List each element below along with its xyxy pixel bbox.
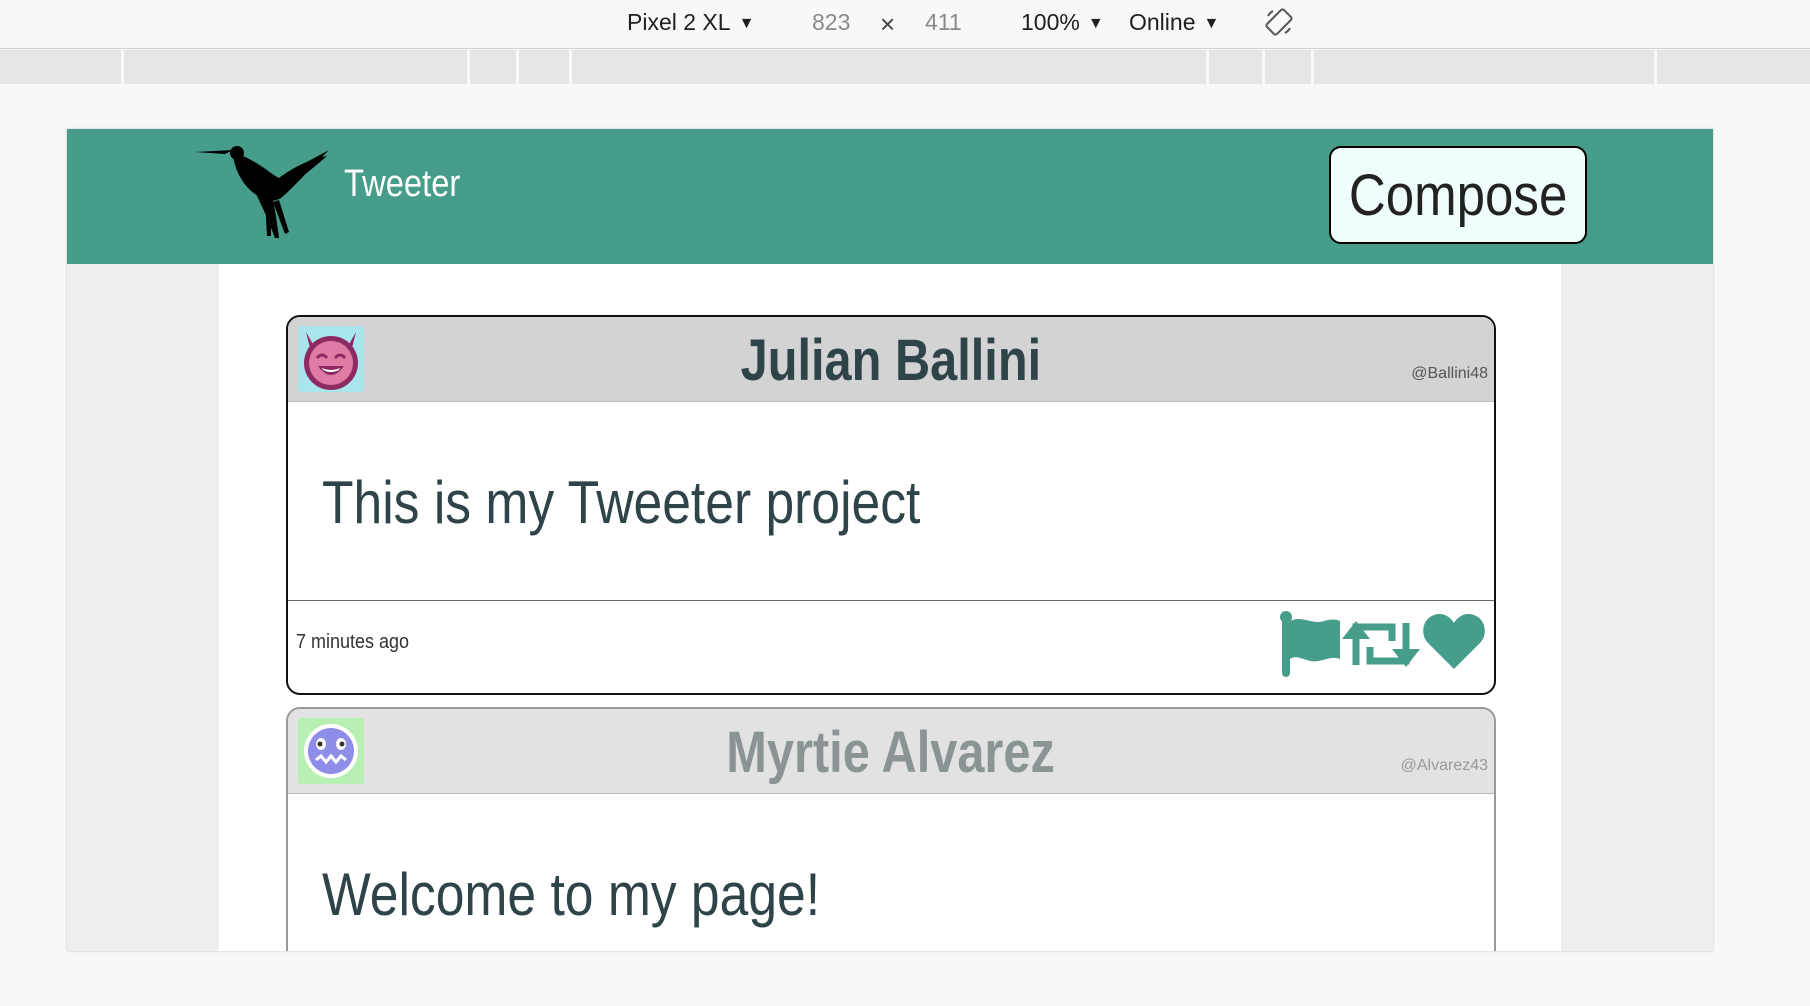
media-query-divider	[467, 50, 470, 84]
flag-icon[interactable]	[1280, 611, 1340, 677]
chevron-down-icon: ▼	[1203, 15, 1220, 32]
network-throttle-select[interactable]: Online ▼	[1129, 8, 1219, 38]
tweet-footer: 7 minutes ago	[288, 601, 1494, 691]
compose-label: Compose	[1348, 162, 1568, 228]
media-query-divider	[1262, 50, 1265, 84]
device-viewport: Tweeter Compose Julian Ballini @Ballini4…	[67, 129, 1713, 951]
tweet-timestamp: 7 minutes ago	[296, 631, 410, 653]
media-query-divider	[569, 50, 572, 84]
tweet-actions	[1280, 611, 1486, 677]
tweet-author-handle: @Alvarez43	[1400, 757, 1488, 774]
media-query-divider	[1654, 50, 1657, 84]
tweet-card: Julian Ballini @Ballini48 This is my Twe…	[286, 315, 1496, 695]
tweet-author-name: Julian Ballini	[288, 327, 1494, 395]
author-name-text: Myrtie Alvarez	[726, 720, 1056, 785]
tweet-text: Welcome to my page!	[322, 861, 821, 928]
tweet-author-name: Myrtie Alvarez	[288, 719, 1494, 787]
chevron-down-icon: ▼	[1087, 15, 1104, 32]
chevron-down-icon: ▼	[738, 15, 755, 32]
tweet-card: Myrtie Alvarez @Alvarez43 Welcome to my …	[286, 707, 1496, 951]
media-query-divider	[516, 50, 519, 84]
retweet-icon[interactable]	[1342, 611, 1420, 677]
tweet-author-handle: @Ballini48	[1411, 365, 1488, 382]
author-name-text: Julian Ballini	[740, 328, 1042, 393]
zoom-label: 100%	[1021, 9, 1080, 35]
heart-icon[interactable]	[1422, 611, 1486, 671]
media-query-divider	[1206, 50, 1209, 84]
zoom-select[interactable]: 100% ▼	[1021, 8, 1104, 38]
width-input[interactable]: 823	[812, 8, 850, 36]
media-query-divider	[121, 50, 124, 84]
tweet-header: Julian Ballini @Ballini48	[288, 317, 1494, 402]
height-input[interactable]: 411	[925, 8, 962, 36]
device-select[interactable]: Pixel 2 XL ▼	[627, 8, 754, 38]
media-query-bar[interactable]	[0, 50, 1810, 84]
devtools-device-toolbar: Pixel 2 XL ▼ 823 × 411 100% ▼ Online ▼	[0, 0, 1810, 49]
network-label: Online	[1129, 9, 1196, 35]
tweet-text: This is my Tweeter project	[322, 469, 921, 536]
media-query-divider	[1311, 50, 1314, 84]
device-label: Pixel 2 XL	[627, 9, 731, 35]
dimension-separator: ×	[880, 9, 896, 39]
rotate-icon[interactable]	[1264, 7, 1294, 37]
tweet-header: Myrtie Alvarez @Alvarez43	[288, 709, 1494, 794]
tweet-body: Welcome to my page!	[288, 794, 1494, 951]
top-nav: Tweeter Compose	[67, 129, 1713, 264]
hummingbird-logo-icon	[195, 146, 329, 238]
compose-button[interactable]: Compose	[1329, 146, 1587, 244]
tweets-container: Julian Ballini @Ballini48 This is my Twe…	[219, 264, 1561, 951]
brand-title[interactable]: Tweeter	[344, 163, 460, 206]
tweet-body: This is my Tweeter project	[288, 402, 1494, 601]
